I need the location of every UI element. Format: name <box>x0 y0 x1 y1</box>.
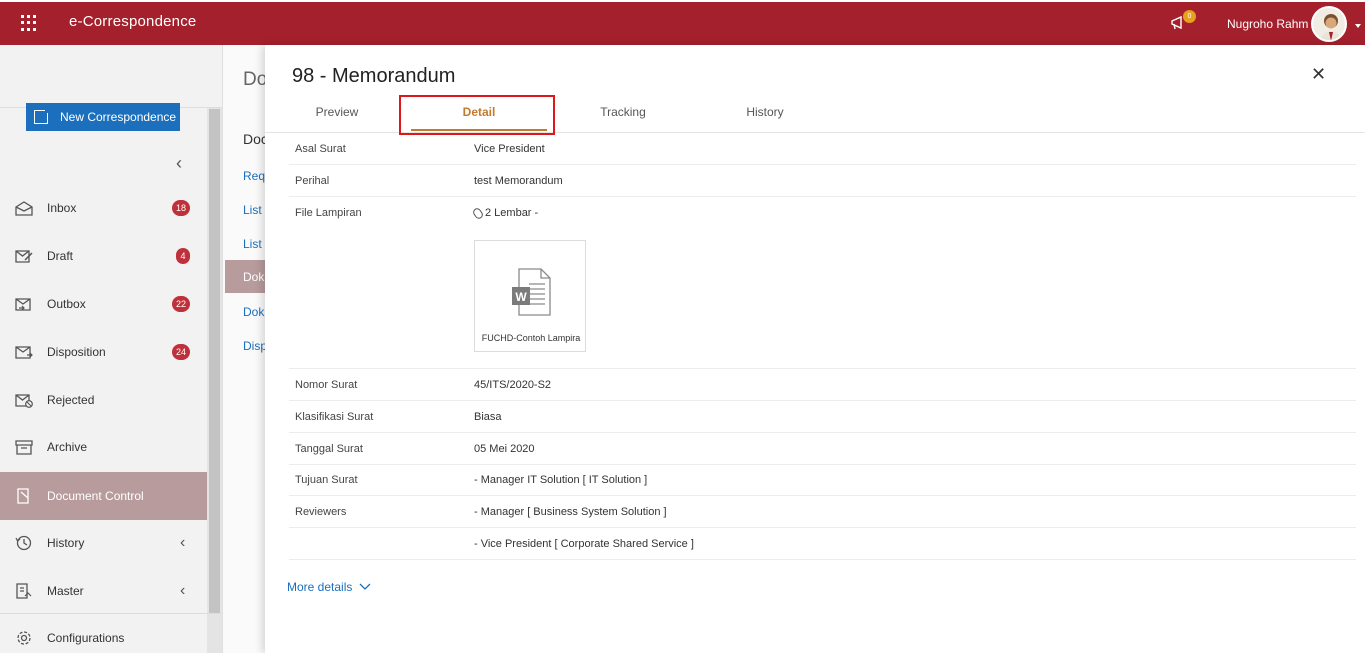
sidebar-item-document-control[interactable]: Document Control <box>0 472 207 520</box>
sidebar-item-label: Configurations <box>47 631 125 645</box>
field-label: Reviewers <box>295 506 347 518</box>
close-icon[interactable]: ✕ <box>1311 64 1326 85</box>
inbox-count-badge: 18 <box>172 200 190 216</box>
app-title[interactable]: e-Correspondence <box>69 13 196 30</box>
field-value: Biasa <box>474 411 502 423</box>
sidebar-item-label: Document Control <box>47 489 144 503</box>
sidebar-item-label: Archive <box>47 440 88 454</box>
attachment-link[interactable]: 2 Lembar - <box>471 206 539 220</box>
app-launcher-icon[interactable] <box>21 15 37 31</box>
outbox-count-badge: 22 <box>172 296 190 312</box>
disposition-icon <box>15 346 33 359</box>
menu-link[interactable]: List <box>243 237 262 251</box>
sidebar-item-master[interactable]: Master ‹ <box>0 568 207 614</box>
detail-row-klasifikasi-surat: Klasifikasi Surat Biasa <box>289 401 1356 433</box>
tab-history[interactable]: History <box>715 97 815 133</box>
menu-link-active[interactable]: Doku <box>225 260 271 293</box>
sidebar-item-label: Disposition <box>47 345 106 359</box>
master-icon <box>16 583 32 599</box>
field-label: Tujuan Surat <box>295 474 358 486</box>
detail-row-tanggal-surat: Tanggal Surat 05 Mei 2020 <box>289 433 1356 465</box>
document-control-panel: Do Doc Requ List List Doku Doku Disp <box>222 45 272 653</box>
detail-row-reviewers: Reviewers - Manager [ Business System So… <box>289 496 1356 528</box>
field-label: File Lampiran <box>295 207 362 219</box>
attachment-file-card[interactable]: W FUCHD-Contoh Lampira <box>474 240 586 352</box>
sidebar-item-label: Outbox <box>47 297 86 311</box>
more-details-label: More details <box>287 580 353 594</box>
document-detail-panel: 98 - Memorandum ✕ Preview Detail Trackin… <box>265 45 1365 653</box>
avatar[interactable] <box>1311 6 1347 42</box>
sidebar-item-archive[interactable]: Archive <box>0 424 207 470</box>
menu-link[interactable]: List <box>243 203 262 217</box>
more-details-link[interactable]: More details <box>287 580 371 594</box>
field-value: 05 Mei 2020 <box>474 443 535 455</box>
word-document-icon: W <box>512 268 551 316</box>
detail-row-asal-surat: Asal Surat Vice President <box>289 133 1356 165</box>
attachment-count: 2 Lembar - <box>485 207 539 219</box>
detail-row-tujuan-surat: Tujuan Surat - Manager IT Solution [ IT … <box>289 464 1356 496</box>
menu-link[interactable]: Disp <box>243 339 267 353</box>
history-icon <box>15 535 32 551</box>
sidebar-item-label: Inbox <box>47 201 77 215</box>
sidebar-item-label: Rejected <box>47 393 95 407</box>
field-label: Nomor Surat <box>295 379 358 391</box>
detail-row-nomor-surat: Nomor Surat 45/ITS/2020-S2 <box>289 369 1356 401</box>
detail-row-file-lampiran: File Lampiran 2 Lembar - <box>289 197 1356 369</box>
user-name[interactable]: Nugroho Rahm <box>1227 17 1308 31</box>
divider <box>0 613 222 614</box>
outbox-icon <box>15 298 31 311</box>
master-expand-chevron-icon[interactable]: ‹ <box>180 582 185 600</box>
svg-text:W: W <box>515 290 527 304</box>
sidebar-item-history[interactable]: History ‹ <box>0 520 207 566</box>
notification-badge: 0 <box>1183 10 1196 23</box>
sidebar-item-label: History <box>47 536 85 550</box>
archive-icon <box>15 440 33 455</box>
disposition-count-badge: 24 <box>172 344 190 360</box>
document-control-icon <box>17 488 29 504</box>
field-value: - Vice President [ Corporate Shared Serv… <box>474 538 694 550</box>
chevron-down-icon <box>359 583 371 590</box>
draft-count-badge: 4 <box>176 248 190 264</box>
field-label: Asal Surat <box>295 143 346 155</box>
sidebar-scroll-thumb[interactable] <box>209 109 220 614</box>
sidebar-item-label: Master <box>47 584 84 598</box>
gear-icon <box>17 631 31 645</box>
tab-preview[interactable]: Preview <box>287 97 387 133</box>
sidebar-item-disposition[interactable]: Disposition 24 <box>0 329 207 375</box>
tab-tracking[interactable]: Tracking <box>573 97 673 133</box>
sidebar: New Correspondence ‹ Inbox 18 Draft 4 Ou… <box>0 45 222 653</box>
field-label: Klasifikasi Surat <box>295 411 374 423</box>
user-menu-caret-icon[interactable] <box>1355 24 1361 28</box>
sidebar-item-label: Draft <box>47 249 74 263</box>
field-value: - Manager IT Solution [ IT Solution ] <box>474 474 648 486</box>
sidebar-item-outbox[interactable]: Outbox 22 <box>0 281 207 327</box>
sidebar-item-draft[interactable]: Draft 4 <box>0 233 207 279</box>
paperclip-icon <box>471 206 485 220</box>
field-value: - Manager [ Business System Solution ] <box>474 506 667 518</box>
inbox-icon <box>15 201 33 216</box>
field-label: Perihal <box>295 175 330 187</box>
new-correspondence-label: New Correspondence <box>60 110 177 124</box>
sidebar-item-inbox[interactable]: Inbox 18 <box>0 185 207 231</box>
detail-tab-highlight-box <box>399 95 555 135</box>
new-document-icon <box>34 106 52 124</box>
new-correspondence-button[interactable]: New Correspondence <box>26 103 180 131</box>
field-value: 45/ITS/2020-S2 <box>474 379 552 391</box>
sidebar-header <box>0 45 222 108</box>
sidebar-item-rejected[interactable]: Rejected <box>0 377 207 423</box>
field-value: test Memorandum <box>474 175 563 187</box>
draft-icon <box>15 250 33 263</box>
field-value: Vice President <box>474 143 545 155</box>
field-label: Tanggal Surat <box>295 443 363 455</box>
attachment-file-name: FUCHD-Contoh Lampira <box>481 333 581 343</box>
detail-row-perihal: Perihal test Memorandum <box>289 165 1356 197</box>
history-expand-chevron-icon[interactable]: ‹ <box>180 534 185 552</box>
section-title: Do <box>243 69 268 90</box>
rejected-icon <box>15 394 33 408</box>
collapse-sidebar-chevron-icon[interactable]: ‹ <box>176 153 182 174</box>
sidebar-item-configurations[interactable]: Configurations <box>0 615 207 653</box>
document-title: 98 - Memorandum <box>292 65 456 87</box>
detail-row-reviewers-2: - Vice President [ Corporate Shared Serv… <box>289 528 1356 560</box>
top-bar: e-Correspondence 0 Nugroho Rahm <box>0 0 1365 45</box>
